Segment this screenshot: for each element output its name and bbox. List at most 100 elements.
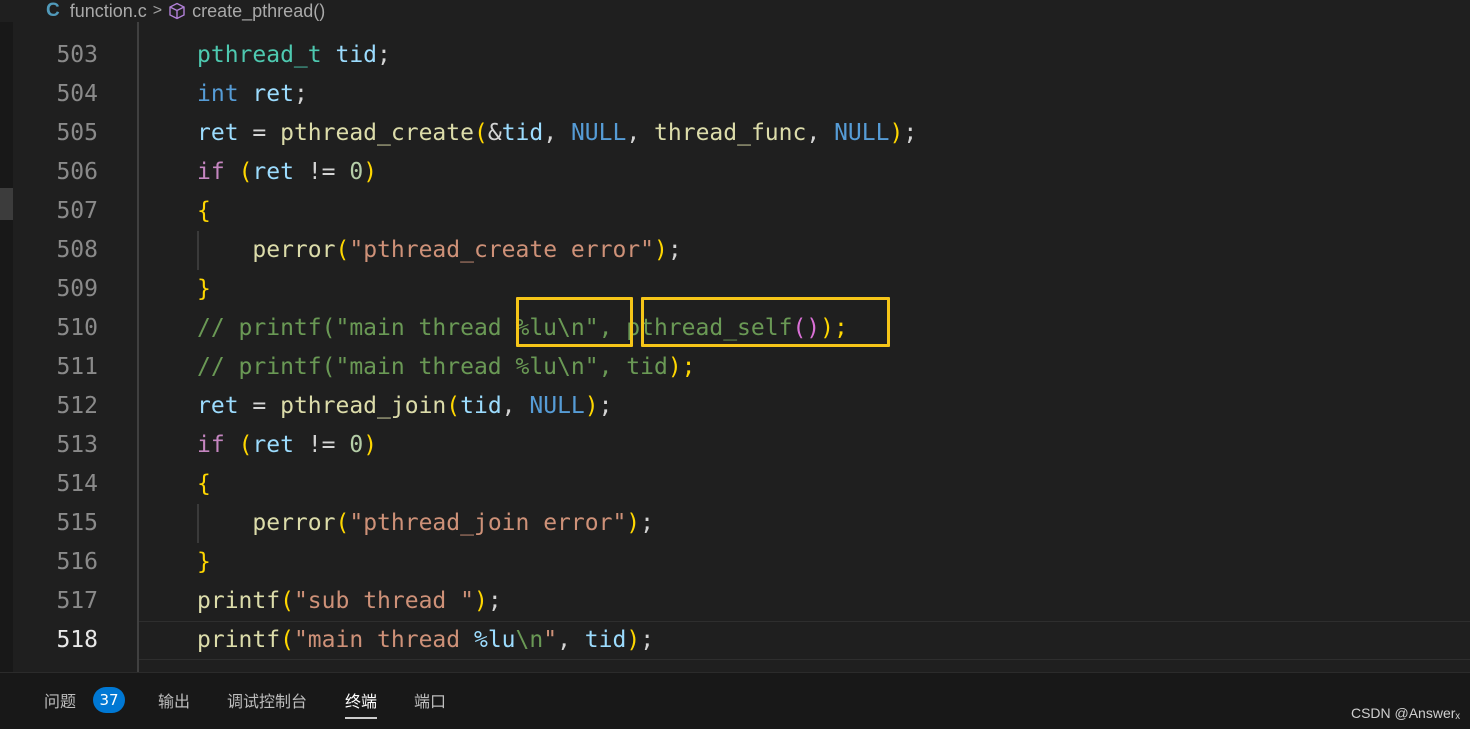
code-token: ; [640, 627, 655, 653]
line-number[interactable]: 504 [13, 75, 98, 114]
code-token: ) [363, 159, 378, 185]
code-token: \n [515, 627, 544, 653]
code-token: perror [252, 510, 336, 536]
code-token: "sub thread " [293, 588, 474, 614]
line-number[interactable]: 518 [13, 621, 98, 660]
code-line[interactable]: if (ret != 0) [197, 153, 377, 192]
bottom-panel: 问题 37 输出 调试控制台 终端 端口 CSDN @Answerₓ [0, 672, 1470, 729]
code-token: if [197, 159, 225, 185]
code-token: ; [377, 42, 391, 68]
code-line[interactable]: printf("main thread %lu\n", tid); [197, 621, 654, 660]
code-editor[interactable]: 503 pthread_t tid; 504 int ret; 505 ret = pth… [13, 22, 1470, 672]
indent-guide [137, 22, 139, 672]
code-line[interactable]: ret = pthread_join(tid, NULL); [197, 387, 612, 426]
code-token: ; [293, 81, 308, 107]
line-number[interactable]: 511 [13, 348, 98, 387]
line-number[interactable]: 505 [13, 114, 98, 153]
code-token: tid [584, 627, 627, 653]
line-number[interactable]: 510 [13, 309, 98, 348]
tab-debug-console[interactable]: 调试控制台 [227, 673, 307, 729]
code-line[interactable]: perror("pthread_create error"); [197, 231, 681, 270]
code-token: = [238, 120, 281, 146]
code-line[interactable]: { [197, 192, 211, 231]
code-token: NULL [834, 120, 890, 146]
line-number[interactable]: 516 [13, 543, 98, 582]
code-token: , [626, 120, 655, 146]
code-token: int [197, 81, 239, 107]
code-token: ret [252, 432, 294, 458]
code-line[interactable]: ret = pthread_create(&tid, NULL, thread_… [197, 114, 917, 153]
code-token: tid [460, 393, 502, 419]
code-token: ; [640, 510, 655, 536]
line-number[interactable]: 515 [13, 504, 98, 543]
line-number[interactable]: 503 [13, 36, 98, 75]
code-token: != [293, 159, 350, 185]
code-line[interactable]: if (ret != 0) [197, 426, 377, 465]
code-token: ; [903, 120, 918, 146]
highlight-box-pthread-self [641, 297, 890, 347]
line-number[interactable]: 517 [13, 582, 98, 621]
code-token: } [197, 276, 211, 302]
code-token: "pthread_create error" [349, 237, 654, 263]
code-token: ( [446, 393, 461, 419]
code-token: printf [197, 627, 281, 653]
code-token: { [197, 198, 211, 224]
code-token: ); [667, 354, 696, 380]
breadcrumb-symbol[interactable]: create_pthread() [192, 1, 325, 22]
code-token: ( [335, 237, 350, 263]
breadcrumb-file[interactable]: function.c [70, 1, 147, 22]
code-token: ) [653, 237, 668, 263]
problems-count-badge: 37 [93, 687, 125, 713]
line-number[interactable]: 507 [13, 192, 98, 231]
tab-terminal[interactable]: 终端 [345, 673, 378, 729]
line-number[interactable]: 513 [13, 426, 98, 465]
left-strip [0, 22, 13, 672]
code-line[interactable]: pthread_t tid; [197, 36, 391, 75]
code-token: pthread_join [280, 393, 447, 419]
code-token: thread_func [654, 120, 807, 146]
tab-problems[interactable]: 问题 [44, 673, 76, 729]
code-token: ; [598, 393, 613, 419]
code-token: ) [363, 432, 378, 458]
line-number[interactable]: 514 [13, 465, 98, 504]
code-line[interactable]: // printf("main thread %lu\n", tid); [197, 348, 696, 387]
line-number[interactable]: 506 [13, 153, 98, 192]
code-token: ) [626, 510, 641, 536]
code-token: NULL [570, 120, 627, 146]
code-token: " [543, 627, 558, 653]
code-line[interactable]: perror("pthread_join error"); [197, 504, 654, 543]
code-token: 0 [349, 159, 364, 185]
cube-icon [168, 2, 186, 20]
watermark: CSDN @Answerₓ [1350, 705, 1460, 721]
code-token: ( [335, 510, 350, 536]
code-token: ( [473, 120, 488, 146]
code-token: , [543, 120, 571, 146]
scroll-marker [0, 188, 13, 220]
code-token: 0 [349, 432, 364, 458]
code-token: = [238, 393, 281, 419]
code-token: ret [197, 120, 239, 146]
code-token: ( [280, 588, 294, 614]
code-line[interactable]: int ret; [197, 75, 308, 114]
code-line[interactable]: } [197, 543, 211, 582]
code-token: pthread_t [197, 42, 322, 68]
code-token: "main thread [293, 627, 474, 653]
code-line[interactable]: } [197, 270, 211, 309]
code-line[interactable]: printf("sub thread "); [197, 582, 502, 621]
line-number[interactable]: 512 [13, 387, 98, 426]
tab-ports[interactable]: 端口 [414, 673, 446, 729]
tab-output[interactable]: 输出 [158, 673, 190, 729]
code-token: ret [252, 81, 294, 107]
line-number[interactable]: 509 [13, 270, 98, 309]
code-token: ret [252, 159, 294, 185]
code-line[interactable]: { [197, 465, 211, 504]
line-number[interactable]: 508 [13, 231, 98, 270]
code-token: pthread_create [280, 120, 474, 146]
c-file-icon: C [46, 0, 60, 21]
code-token: ) [473, 588, 488, 614]
code-token: printf [197, 588, 281, 614]
